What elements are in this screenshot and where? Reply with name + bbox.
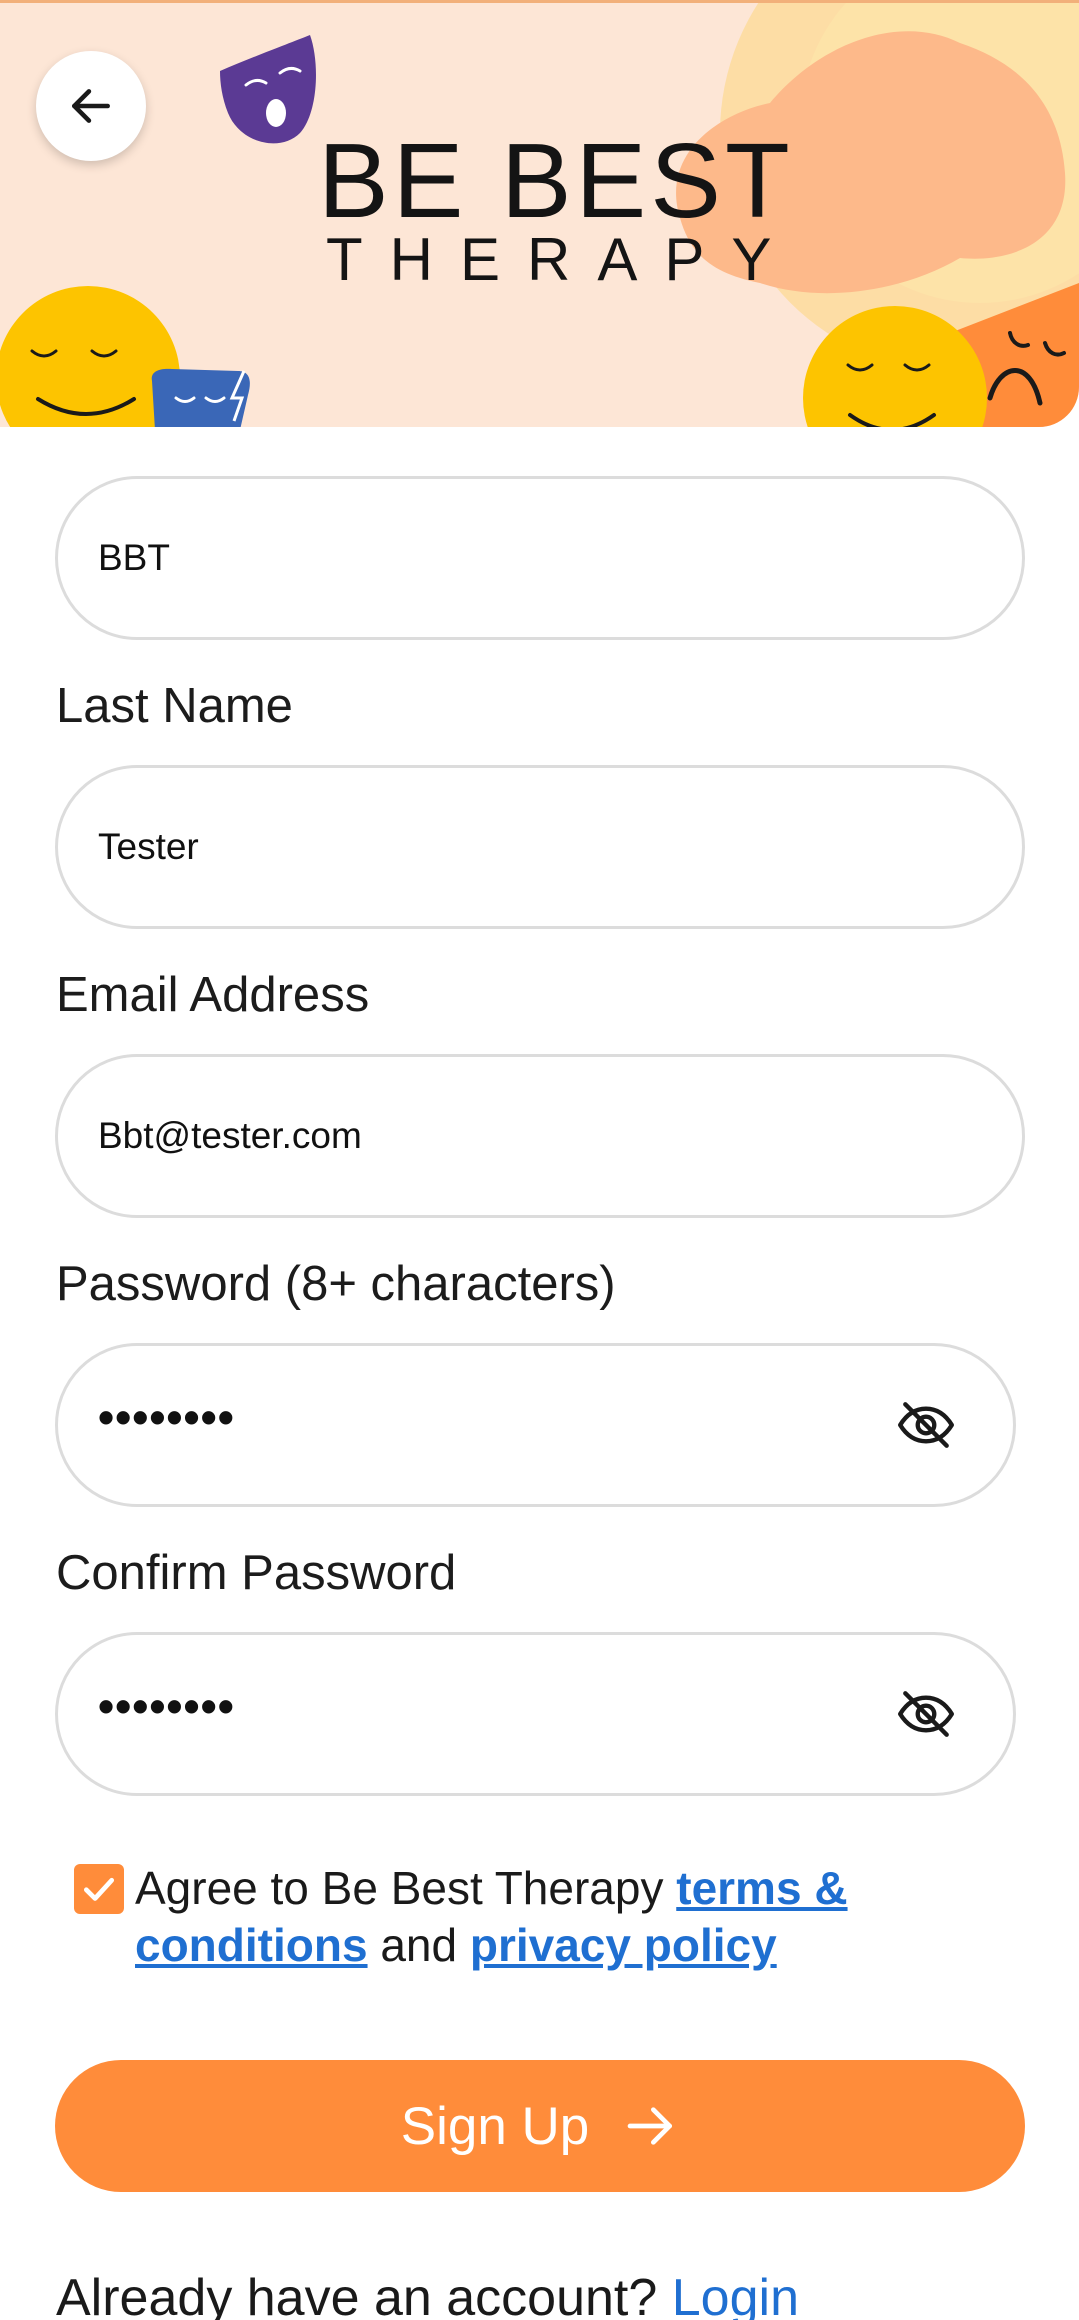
- first-name-value: BBT: [98, 537, 170, 578]
- last-name-label: Last Name: [56, 679, 293, 733]
- password-field[interactable]: ••••••••: [55, 1343, 1016, 1507]
- agreement-middle: and: [367, 1919, 470, 1971]
- last-name-field[interactable]: Tester: [55, 765, 1025, 929]
- login-link[interactable]: Login: [672, 2269, 799, 2320]
- email-value: Bbt@tester.com: [98, 1115, 362, 1156]
- back-arrow-icon: [72, 89, 110, 123]
- signup-button-label: Sign Up: [400, 2096, 590, 2156]
- last-name-value: Tester: [98, 826, 199, 867]
- back-button[interactable]: [36, 51, 146, 161]
- confirm-password-label: Confirm Password: [56, 1546, 457, 1600]
- confirm-password-field[interactable]: ••••••••: [55, 1632, 1016, 1796]
- brand-title-line1: BE BEST: [318, 122, 794, 240]
- login-prompt: Already have an account? Login: [56, 2268, 799, 2320]
- eye-slash-icon[interactable]: [895, 1394, 957, 1456]
- signup-button[interactable]: Sign Up: [55, 2060, 1025, 2192]
- checkmark-icon: [83, 1877, 115, 1901]
- first-name-field[interactable]: BBT: [55, 476, 1025, 640]
- password-label: Password (8+ characters): [56, 1257, 616, 1311]
- agreement-prefix: Agree to Be Best Therapy: [135, 1862, 677, 1914]
- eye-slash-icon[interactable]: [895, 1683, 957, 1745]
- brand-title-line2: THERAPY: [326, 226, 799, 293]
- signup-screen: First Name BBT Last Name Tester Email Ad…: [0, 0, 1079, 2320]
- confirm-password-value: ••••••••: [98, 1680, 235, 1732]
- privacy-link[interactable]: privacy policy: [470, 1919, 777, 1971]
- email-field[interactable]: Bbt@tester.com: [55, 1054, 1025, 1218]
- header-banner: BE BEST THERAPY: [0, 0, 1079, 427]
- email-label: Email Address: [56, 968, 370, 1022]
- arrow-right-icon: [627, 2107, 673, 2145]
- password-value: ••••••••: [98, 1391, 235, 1443]
- agree-checkbox[interactable]: [74, 1864, 124, 1914]
- login-prompt-text: Already have an account?: [56, 2269, 672, 2320]
- agreement-text: Agree to Be Best Therapy terms & conditi…: [135, 1860, 965, 1974]
